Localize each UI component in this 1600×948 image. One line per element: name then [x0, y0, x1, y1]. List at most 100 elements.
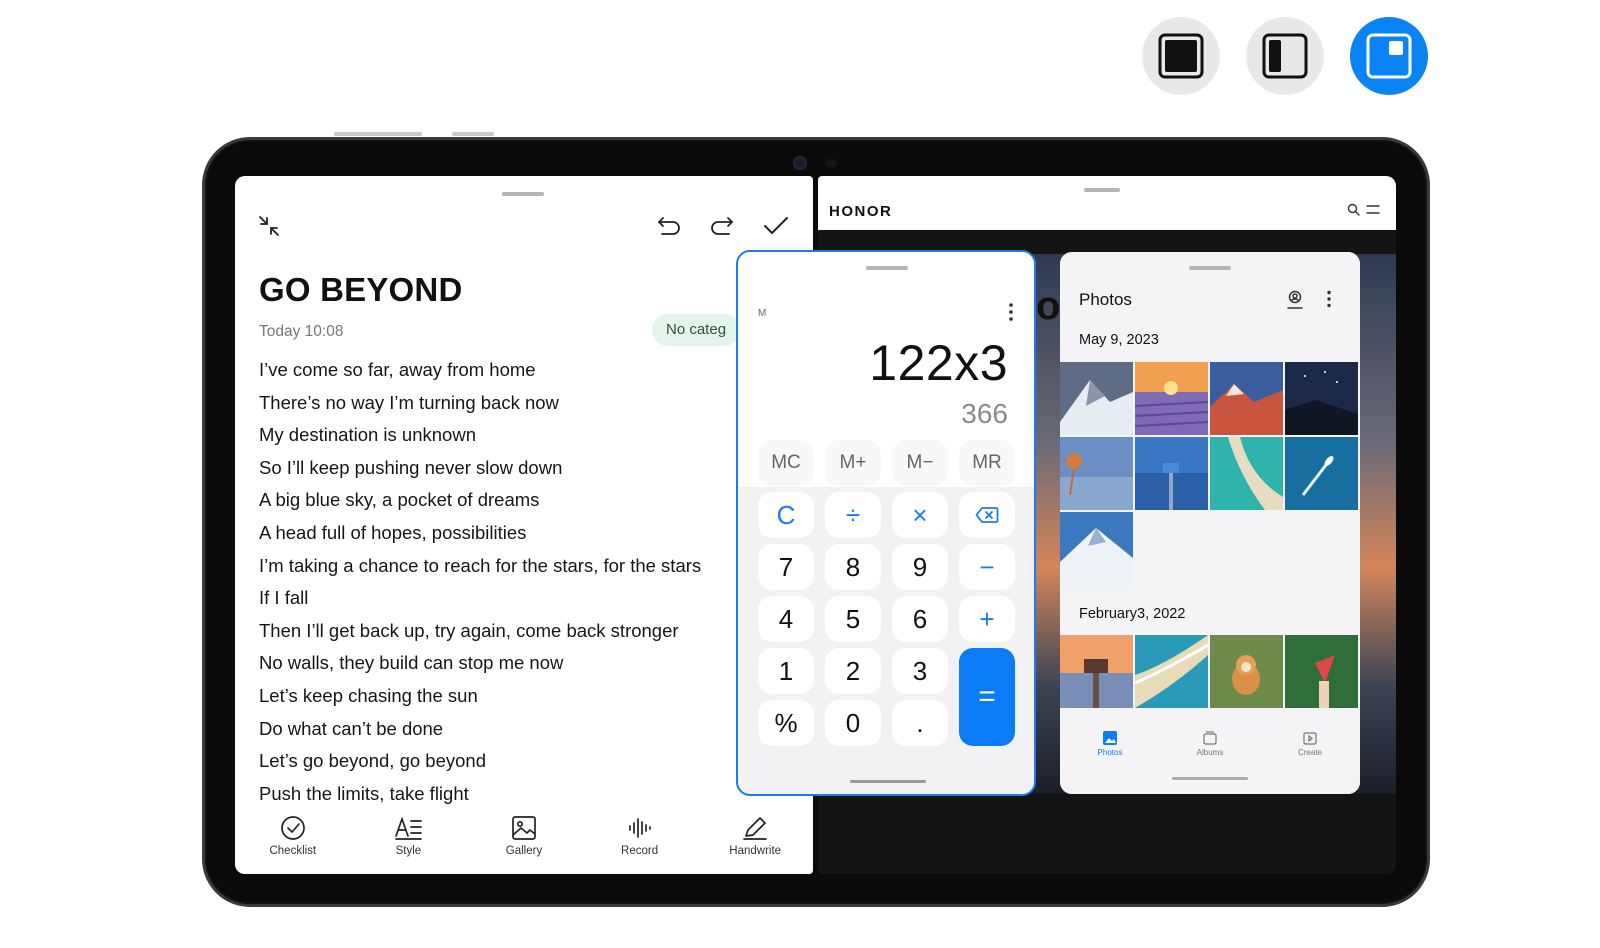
note-line: I’ve come so far, away from home	[259, 359, 536, 380]
backspace-key[interactable]	[959, 492, 1015, 538]
browser-drag-handle[interactable]	[1084, 188, 1120, 192]
redo-icon[interactable]	[708, 212, 736, 240]
more-options-icon[interactable]	[1326, 290, 1332, 308]
style-button[interactable]: Style	[351, 812, 467, 874]
note-line: A head full of hopes, possibilities	[259, 521, 527, 543]
key-9[interactable]: 9	[892, 544, 948, 590]
nav-photos[interactable]: Photos	[1060, 722, 1160, 794]
key-8[interactable]: 8	[825, 544, 881, 590]
mc-key[interactable]: MC	[758, 440, 814, 486]
multiply-key[interactable]: ×	[892, 492, 948, 538]
key-3[interactable]: 3	[892, 648, 948, 694]
albums-icon	[1203, 731, 1217, 745]
note-title[interactable]: GO BEYOND	[259, 271, 463, 309]
photo-thumbnail[interactable]	[1060, 635, 1133, 708]
fullscreen-mode-button[interactable]	[1142, 17, 1220, 95]
search-icon[interactable]	[1347, 203, 1360, 216]
photo-thumbnail[interactable]	[1135, 362, 1208, 435]
note-line: Do what can’t be done	[259, 717, 444, 739]
calculator-result: 366	[961, 398, 1008, 429]
photos-home-bar[interactable]	[1172, 777, 1248, 780]
photos-drag-handle[interactable]	[1189, 266, 1231, 270]
notes-toolbar: Checklist Style Gallery Record Handwrite	[235, 812, 813, 874]
floating-mode-button[interactable]	[1350, 17, 1428, 95]
calculator-home-bar[interactable]	[850, 780, 926, 783]
browser-hero-text: o	[1036, 284, 1061, 328]
nav-photos-label: Photos	[1097, 748, 1123, 757]
floating-window-icon	[1366, 33, 1412, 79]
key-0[interactable]: 0	[825, 700, 881, 746]
record-button[interactable]: Record	[582, 812, 698, 874]
note-line: No walls, they build can stop me now	[259, 652, 564, 674]
record-icon	[628, 818, 651, 838]
clear-key[interactable]: C	[758, 492, 814, 538]
handwrite-label: Handwrite	[729, 845, 782, 857]
more-options-icon[interactable]	[1008, 302, 1014, 322]
mr-key[interactable]: MR	[959, 440, 1015, 486]
calculator-window: M 122x3 366 MC M+ M− MR C ÷ × 7 8 9 − 4 …	[736, 250, 1036, 796]
light-sensor	[825, 159, 837, 167]
text-style-icon	[395, 816, 423, 840]
key-2[interactable]: 2	[825, 648, 881, 694]
key-6[interactable]: 6	[892, 596, 948, 642]
notes-window: GO BEYOND Today 10:08 No categ I’ve come…	[235, 176, 813, 874]
photo-thumbnail[interactable]	[1210, 635, 1283, 708]
photo-thumbnail[interactable]	[1210, 437, 1283, 510]
plus-key[interactable]: +	[959, 596, 1015, 642]
minus-key[interactable]: −	[959, 544, 1015, 590]
photos-bottom-nav: Photos Albums Create	[1060, 722, 1360, 794]
browser-header: HONOR	[818, 176, 1396, 230]
minimize-icon[interactable]	[255, 212, 283, 240]
nav-albums[interactable]: Albums	[1160, 722, 1260, 794]
equals-key[interactable]: =	[959, 648, 1015, 746]
nav-create[interactable]: Create	[1260, 722, 1360, 794]
photo-thumbnail[interactable]	[1060, 362, 1133, 435]
checklist-button[interactable]: Checklist	[235, 812, 351, 874]
style-label: Style	[395, 845, 422, 857]
photo-group-date: February3, 2022	[1079, 606, 1186, 622]
photo-thumbnail[interactable]	[1285, 635, 1358, 708]
note-line: If I fall	[259, 587, 309, 609]
key-1[interactable]: 1	[758, 648, 814, 694]
photo-group-date: May 9, 2023	[1079, 332, 1159, 348]
m-plus-key[interactable]: M+	[825, 440, 881, 486]
decimal-key[interactable]: .	[892, 700, 948, 746]
tablet-volume-button	[334, 132, 422, 136]
note-line: So I’ll keep pushing never slow down	[259, 456, 563, 478]
undo-icon[interactable]	[655, 212, 683, 240]
percent-key[interactable]: %	[758, 700, 814, 746]
photo-thumbnail[interactable]	[1060, 437, 1133, 510]
photo-thumbnail[interactable]	[1060, 512, 1133, 585]
memory-indicator: M	[758, 308, 767, 319]
key-4[interactable]: 4	[758, 596, 814, 642]
note-line: Let’s go beyond, go beyond	[259, 750, 486, 772]
category-chip[interactable]: No categ	[652, 314, 741, 346]
handwrite-button[interactable]: Handwrite	[697, 812, 813, 874]
menu-icon[interactable]	[1366, 205, 1380, 214]
photo-thumbnail[interactable]	[1285, 437, 1358, 510]
gallery-button[interactable]: Gallery	[466, 812, 582, 874]
divide-key[interactable]: ÷	[825, 492, 881, 538]
note-body[interactable]: I’ve come so far, away from home There’s…	[259, 354, 799, 810]
split-mode-button[interactable]	[1246, 17, 1324, 95]
location-person-icon[interactable]	[1286, 290, 1304, 310]
photo-thumbnail[interactable]	[1285, 362, 1358, 435]
m-minus-key[interactable]: M−	[892, 440, 948, 486]
photo-thumbnail[interactable]	[1135, 635, 1208, 708]
nav-albums-label: Albums	[1196, 748, 1224, 757]
key-5[interactable]: 5	[825, 596, 881, 642]
photo-thumbnail[interactable]	[1135, 437, 1208, 510]
photo-thumbnail[interactable]	[1210, 362, 1283, 435]
honor-logo[interactable]: HONOR	[829, 203, 892, 220]
note-line: Push the limits, take flight	[259, 782, 469, 804]
fullscreen-window-icon	[1158, 33, 1204, 79]
note-line: Let’s keep chasing the sun	[259, 684, 478, 706]
confirm-check-icon[interactable]	[762, 212, 790, 240]
notes-drag-handle[interactable]	[502, 192, 544, 196]
key-7[interactable]: 7	[758, 544, 814, 590]
gallery-label: Gallery	[505, 845, 543, 857]
calculator-drag-handle[interactable]	[866, 266, 908, 270]
calculator-expression: 122x3	[869, 335, 1008, 391]
photos-icon	[1103, 731, 1117, 745]
split-window-icon	[1262, 33, 1308, 79]
